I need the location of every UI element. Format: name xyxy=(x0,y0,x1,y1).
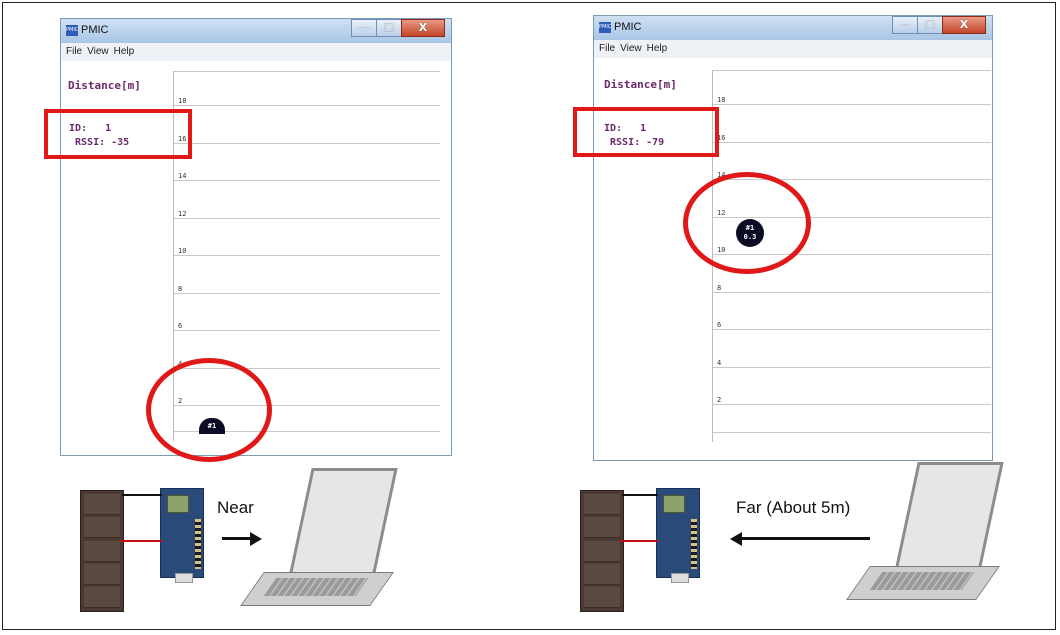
menu-view[interactable]: View xyxy=(620,43,642,54)
pmic-app-icon: PMIC xyxy=(599,22,611,33)
arrow-left xyxy=(740,537,870,540)
y-tick-label: 6 xyxy=(178,322,183,330)
device-marker[interactable]: #1 0.3 xyxy=(736,219,764,247)
chart-gridline xyxy=(174,105,440,106)
y-tick-label: 4 xyxy=(717,358,722,367)
chart-gridline xyxy=(713,329,991,330)
y-tick-label: 8 xyxy=(178,284,183,293)
chart-gridline xyxy=(174,180,440,181)
close-icon: X xyxy=(959,18,969,31)
chart-gridline xyxy=(174,330,440,331)
chart-gridline xyxy=(713,141,991,143)
maximize-icon: □ xyxy=(924,18,936,31)
red-wire xyxy=(120,540,162,542)
rssi-highlight-box xyxy=(573,107,719,157)
distance-label: Distance[m] xyxy=(68,79,141,92)
marker-highlight-ellipse xyxy=(146,358,272,462)
black-wire xyxy=(122,494,162,496)
chart-gridline xyxy=(713,291,991,293)
y-tick-label: 10 xyxy=(178,247,187,255)
red-wire xyxy=(620,540,658,542)
y-tick-label: 18 xyxy=(178,97,187,105)
black-wire xyxy=(622,494,658,496)
menu-help[interactable]: Help xyxy=(647,43,668,54)
laptop-icon xyxy=(240,468,402,618)
distance-label: Distance[m] xyxy=(604,78,677,91)
arrow-right xyxy=(222,537,252,540)
chart-gridline xyxy=(713,404,991,405)
chart-gridline xyxy=(713,70,991,71)
menu-bar: File View Help xyxy=(61,43,451,61)
rssi-highlight-box xyxy=(44,109,192,159)
chart-gridline xyxy=(174,142,440,144)
far-caption: Far (About 5m) xyxy=(736,498,851,517)
menu-view[interactable]: View xyxy=(87,46,109,57)
chart-gridline xyxy=(174,292,440,294)
chart-gridline xyxy=(174,71,440,72)
maximize-button[interactable]: □ xyxy=(376,19,402,37)
close-icon: X xyxy=(418,21,428,34)
minimize-icon: — xyxy=(899,18,911,31)
minimize-button[interactable]: — xyxy=(351,19,377,37)
maximize-icon: □ xyxy=(383,21,395,34)
laptop-icon xyxy=(846,462,1008,622)
device-marker[interactable]: #1 xyxy=(199,418,225,434)
sensor-board xyxy=(656,488,700,583)
minimize-icon: — xyxy=(358,21,370,34)
window-title: PMIC xyxy=(81,24,109,36)
solar-panel xyxy=(80,490,124,612)
chart-gridline xyxy=(174,217,440,219)
sensor-board xyxy=(160,488,204,583)
pmic-app-icon: PMIC xyxy=(66,25,78,36)
menu-file[interactable]: File xyxy=(66,46,82,57)
title-bar[interactable]: PMIC PMIC — □ X xyxy=(61,19,451,43)
y-tick-label: 14 xyxy=(178,172,187,180)
menu-help[interactable]: Help xyxy=(114,46,135,57)
title-bar[interactable]: PMIC PMIC — □ X xyxy=(594,16,992,40)
y-tick-label: 8 xyxy=(717,283,722,292)
y-tick-label: 18 xyxy=(717,96,726,104)
close-button[interactable]: X xyxy=(942,16,986,34)
chart-gridline xyxy=(174,255,440,256)
y-tick-label: 12 xyxy=(178,209,187,218)
y-tick-label: 6 xyxy=(717,321,722,329)
chart-gridline xyxy=(713,432,991,433)
menu-bar: File View Help xyxy=(594,40,992,58)
window-title: PMIC xyxy=(614,21,642,33)
y-tick-label: 2 xyxy=(717,396,722,404)
minimize-button[interactable]: — xyxy=(892,16,918,34)
menu-file[interactable]: File xyxy=(599,43,615,54)
close-button[interactable]: X xyxy=(401,19,445,37)
solar-panel xyxy=(580,490,624,612)
chart-gridline xyxy=(713,366,991,368)
near-caption: Near xyxy=(217,498,254,517)
chart-gridline xyxy=(713,104,991,105)
maximize-button[interactable]: □ xyxy=(917,16,943,34)
